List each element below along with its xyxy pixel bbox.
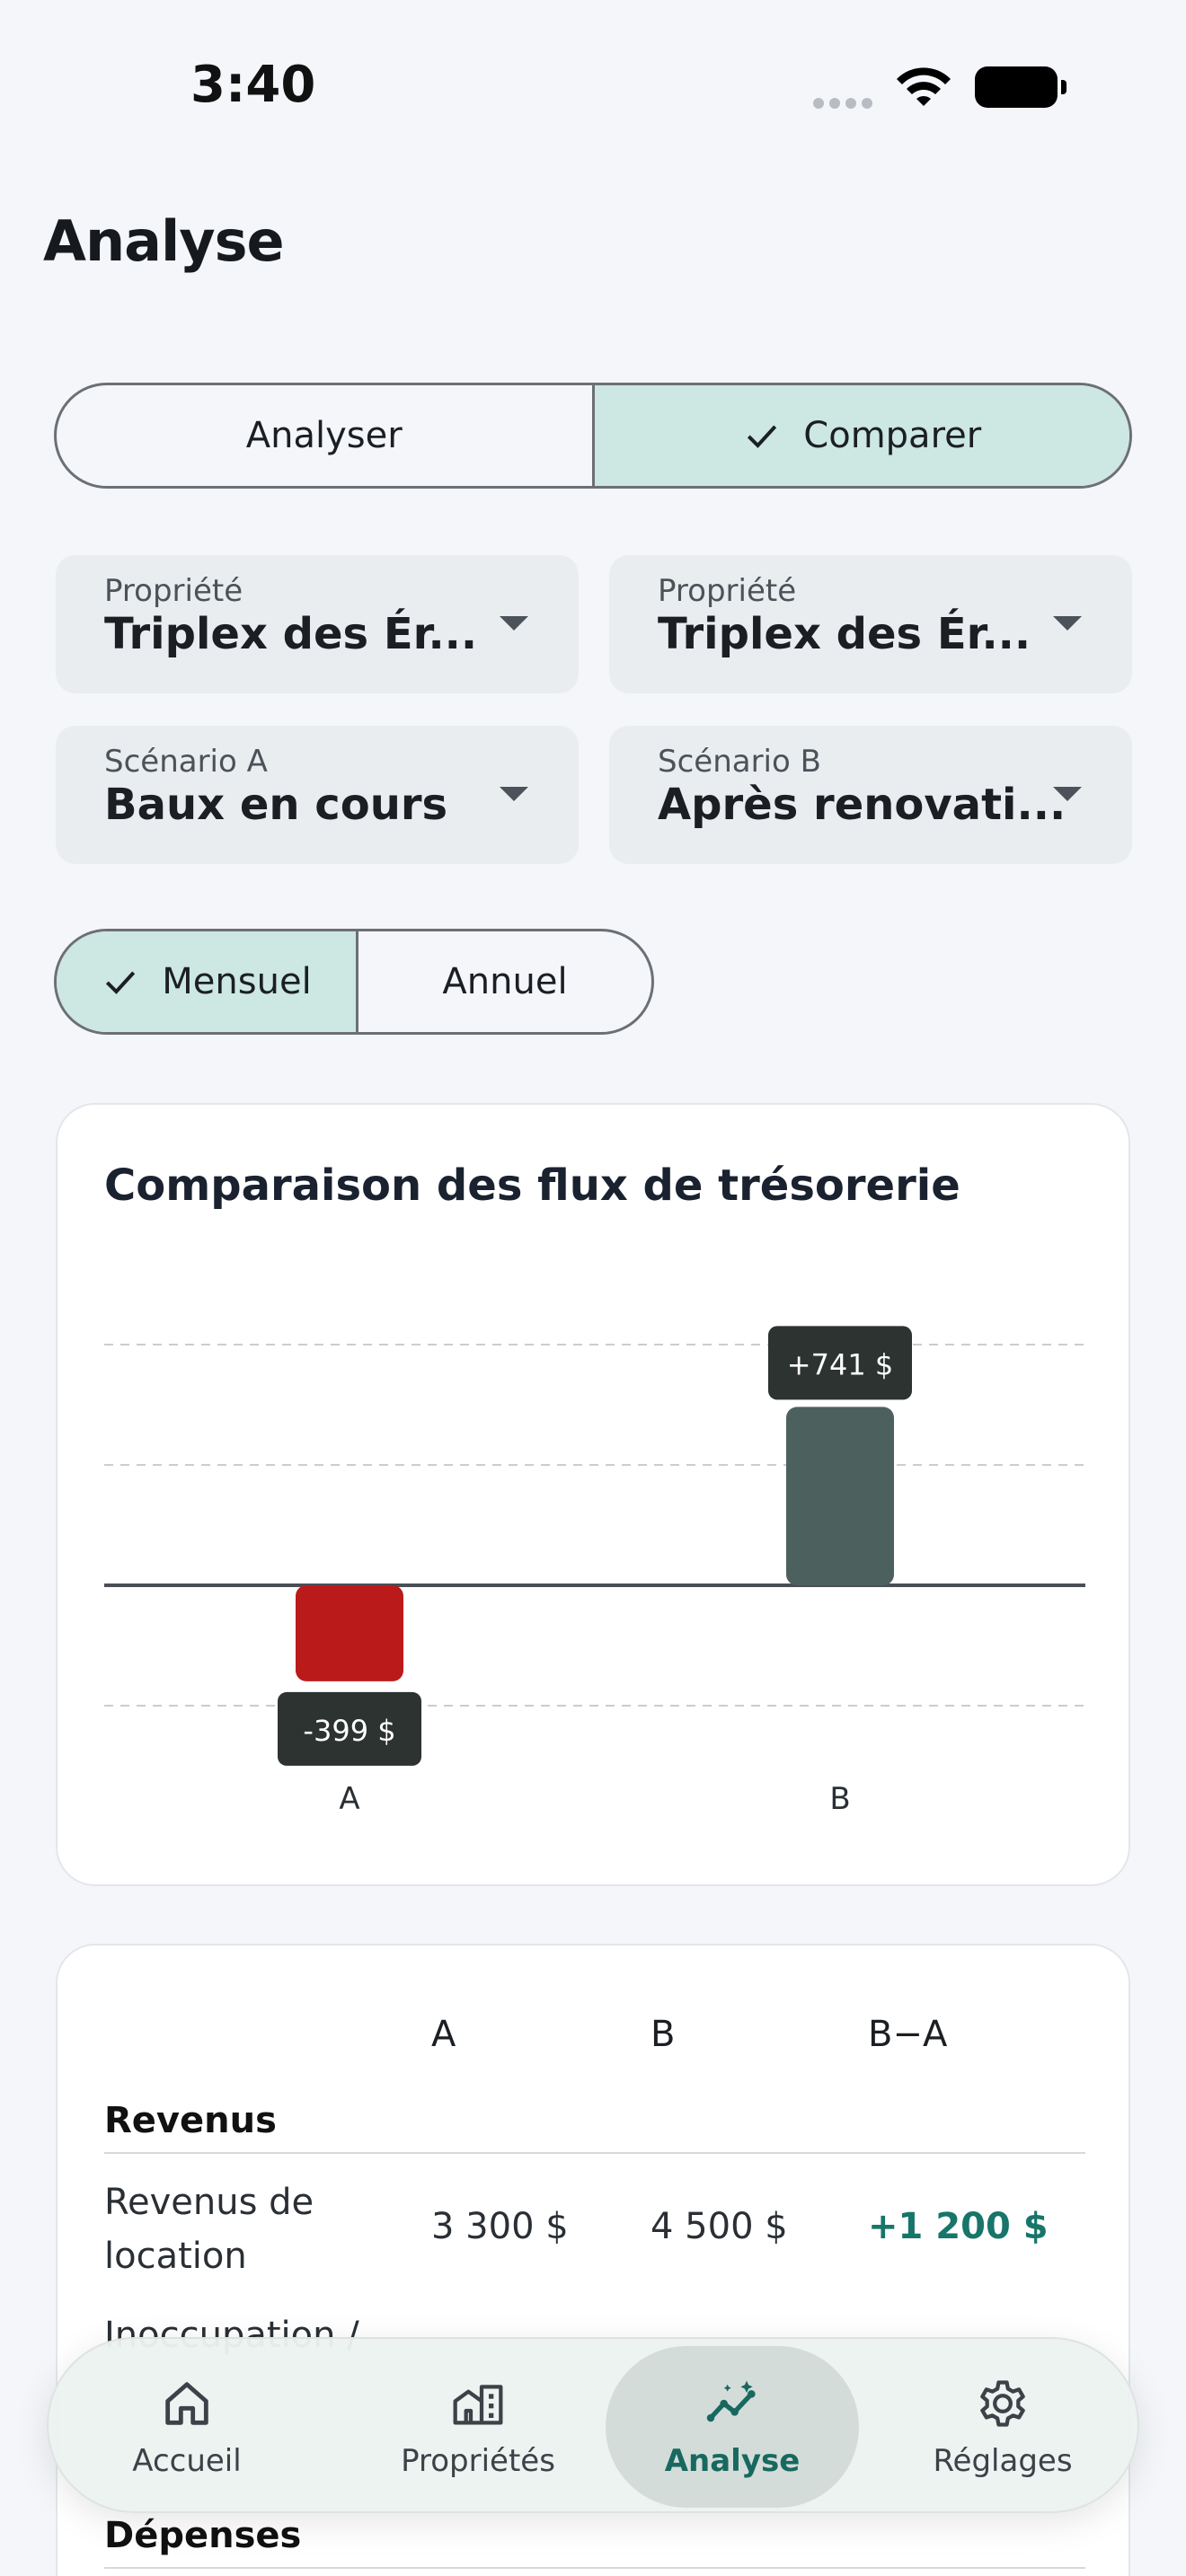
tab-yearly-label: Annuel: [442, 961, 568, 1002]
home-icon: [165, 2382, 208, 2425]
column-header-b: B: [651, 2014, 676, 2055]
property-b-label: Propriété: [658, 573, 797, 609]
cell-b: 4 500 $: [651, 2206, 788, 2247]
status-time: 3:40: [190, 56, 316, 114]
mode-toggle: Analyser Comparer: [54, 383, 1132, 489]
tab-analyser-label: Analyser: [245, 415, 403, 456]
buildings-icon: [453, 2385, 503, 2425]
section-divider: [104, 2152, 1085, 2154]
nav-item-reglages[interactable]: Réglages: [913, 2346, 1093, 2508]
bar-b: [786, 1407, 894, 1585]
battery-icon: [975, 66, 1067, 108]
bar-a: [296, 1585, 403, 1681]
scenario-a-select[interactable]: Scénario A Baux en cours: [56, 726, 579, 864]
page-title: Analyse: [43, 208, 285, 274]
section-divider: [104, 2567, 1085, 2569]
tab-yearly[interactable]: Annuel: [356, 931, 651, 1032]
nav-label-accueil: Accueil: [132, 2443, 242, 2479]
tab-comparer[interactable]: Comparer: [591, 385, 1129, 486]
column-header-diff: B−A: [868, 2014, 948, 2055]
data-label: +741 $: [787, 1347, 893, 1381]
cashflow-chart: A -399 $ B +741 $: [104, 1326, 1085, 1817]
property-b-value: Triplex des Ér...: [658, 609, 1031, 659]
dropdown-caret-icon: [500, 787, 528, 801]
cell-diff: +1 200 $: [868, 2206, 1049, 2247]
tab-monthly-label: Mensuel: [162, 961, 312, 1002]
cashflow-chart-card: Comparaison des flux de trésorerie A -399…: [56, 1103, 1130, 1886]
checkmark-icon: [748, 425, 777, 448]
section-depenses: Dépenses: [104, 2515, 302, 2556]
tab-comparer-label: Comparer: [803, 415, 982, 456]
scenario-b-label: Scénario B: [658, 744, 821, 780]
period-toggle: Mensuel Annuel: [54, 929, 654, 1035]
cellular-signal-icon: [813, 95, 878, 112]
property-a-label: Propriété: [104, 573, 243, 609]
nav-label-proprietes: Propriétés: [401, 2443, 555, 2479]
x-tick-label: A: [339, 1781, 359, 1817]
nav-label-analyse: Analyse: [664, 2443, 801, 2479]
data-label: -399 $: [303, 1714, 395, 1748]
dropdown-caret-icon: [1053, 787, 1082, 801]
x-tick-label: B: [829, 1781, 850, 1817]
property-a-select[interactable]: Propriété Triplex des Ér...: [56, 555, 579, 693]
status-bar: 3:40: [0, 0, 1186, 171]
property-a-value: Triplex des Ér...: [104, 609, 478, 659]
nav-item-accueil[interactable]: Accueil: [97, 2346, 277, 2508]
cell-a: 3 300 $: [431, 2206, 569, 2247]
nav-label-reglages: Réglages: [933, 2443, 1073, 2479]
scenario-a-label: Scénario A: [104, 744, 268, 780]
scenario-b-select[interactable]: Scénario B Après renovati...: [609, 726, 1132, 864]
row-label-rental-income: Revenus de location: [104, 2182, 314, 2277]
analytics-icon: [706, 2380, 756, 2422]
bottom-navigation: Accueil Propriétés Analyse Réglages: [47, 2337, 1139, 2513]
tab-monthly[interactable]: Mensuel: [57, 931, 356, 1032]
property-b-select[interactable]: Propriété Triplex des Ér...: [609, 555, 1132, 693]
tab-analyser[interactable]: Analyser: [57, 385, 592, 486]
nav-item-proprietes[interactable]: Propriétés: [361, 2346, 595, 2508]
dropdown-caret-icon: [500, 616, 528, 631]
wifi-icon: [897, 67, 951, 106]
nav-item-analyse[interactable]: Analyse: [606, 2346, 859, 2508]
section-revenus: Revenus: [104, 2100, 277, 2141]
checkmark-icon: [106, 971, 136, 994]
scenario-b-value: Après renovati...: [658, 780, 1067, 830]
scenario-a-value: Baux en cours: [104, 780, 448, 830]
gear-icon: [980, 2380, 1025, 2427]
dropdown-caret-icon: [1053, 616, 1082, 631]
column-header-a: A: [431, 2014, 456, 2055]
